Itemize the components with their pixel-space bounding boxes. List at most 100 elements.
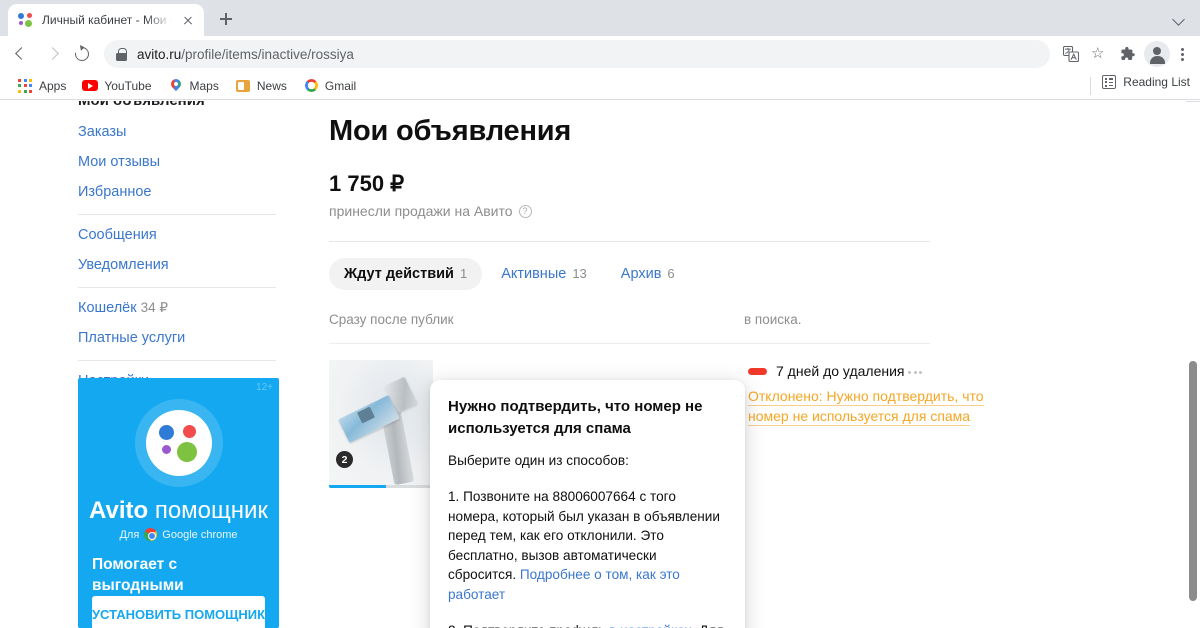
sales-caption-text: принесли продажи на Авито: [329, 203, 513, 219]
lock-icon: [116, 47, 127, 61]
page-viewport: Мои объявления Заказы Мои отзывы Избранн…: [0, 101, 1200, 628]
browser-tab-active[interactable]: Личный кабинет - Мои объявл: [8, 4, 204, 36]
listing-thumbnail[interactable]: 2: [329, 360, 433, 488]
banner-subtitle: Для Google chrome: [78, 528, 279, 541]
avito-assistant-logo: [134, 399, 223, 487]
reload-button[interactable]: [68, 40, 96, 68]
back-arrow-icon: [15, 47, 28, 60]
back-button[interactable]: [8, 40, 36, 68]
chevron-down-icon: [1172, 13, 1185, 26]
address-bar-url: avito.ru/profile/items/inactive/rossiya: [137, 47, 354, 62]
avito-profile-page: Мои объявления Заказы Мои отзывы Избранн…: [0, 101, 1188, 628]
tab-count: 6: [667, 266, 675, 281]
sidebar-item-paid-services[interactable]: Платные услуги: [78, 323, 278, 353]
popover-title: Нужно подтвердить, что номер не использу…: [448, 398, 703, 437]
more-options-icon[interactable]: [908, 366, 926, 378]
listing-status-block: 7 дней до удаления Отклонено: Нужно подт…: [748, 363, 998, 426]
sidebar-item-notifications[interactable]: Уведомления: [78, 250, 278, 280]
banner-brand-suffix: помощник: [154, 497, 268, 524]
gmail-icon: [303, 78, 319, 94]
sidebar-item-my-reviews[interactable]: Мои отзывы: [78, 147, 278, 177]
bookmark-maps[interactable]: Maps: [161, 75, 226, 97]
listing-status-tabs: Ждут действий 1 Активные 13 Архив 6: [329, 258, 929, 290]
listing-deletion-status: 7 дней до удаления: [748, 363, 998, 379]
banner-age-rating: 12+: [256, 382, 273, 393]
popover-settings-link[interactable]: в настройках: [609, 623, 691, 628]
apps-grid-icon: [17, 78, 33, 94]
translate-button[interactable]: [1058, 41, 1084, 67]
sales-total-caption: принесли продажи на Авито ?: [329, 203, 929, 219]
content-divider: [329, 241, 930, 242]
close-icon[interactable]: [180, 12, 196, 28]
banner-install-button[interactable]: УСТАНОВИТЬ ПОМОЩНИК: [92, 596, 265, 628]
profile-avatar-button[interactable]: [1144, 41, 1170, 67]
rejection-reason-popover: Нужно подтвердить, что номер не использу…: [430, 380, 745, 628]
reading-list-icon: [1102, 75, 1117, 89]
bookmark-label: Apps: [39, 78, 67, 93]
browser-toolbar: avito.ru/profile/items/inactive/rossiya …: [0, 36, 1200, 72]
browser-tab-title: Личный кабинет - Мои объявл: [42, 13, 172, 27]
tab-label: Архив: [620, 266, 662, 282]
bookmark-star-button[interactable]: ☆: [1086, 41, 1112, 67]
youtube-icon: [82, 78, 99, 94]
hint-head: Сразу после публик: [329, 312, 454, 327]
banner-subtitle-prefix: Для: [119, 528, 140, 541]
bookmark-gmail[interactable]: Gmail: [296, 75, 363, 97]
bookmark-label: Gmail: [324, 78, 357, 93]
content-divider: [329, 343, 930, 344]
tab-awaiting-action[interactable]: Ждут действий 1: [329, 258, 483, 290]
browser-tab-strip: Личный кабинет - Мои объявл: [0, 0, 1200, 36]
popover-step-2-prefix: 2. Подтвердите профиль: [448, 623, 609, 628]
sidebar-divider: [78, 360, 276, 361]
page-title: Мои объявления: [329, 115, 572, 147]
photo-progress-bar: [329, 485, 433, 488]
extensions-button[interactable]: [1114, 41, 1140, 67]
bookmark-label: YouTube: [104, 78, 152, 93]
hint-tail: в поиска.: [744, 312, 802, 327]
sidebar-item-wallet[interactable]: Кошелёк 34 ₽: [78, 293, 278, 323]
sidebar-heading: Мои объявления: [78, 101, 278, 111]
tab-active[interactable]: Активные 13: [486, 258, 602, 290]
url-domain: avito.ru: [137, 46, 182, 62]
forward-arrow-icon: [46, 47, 59, 60]
sidebar-item-favorites[interactable]: Избранное: [78, 177, 278, 207]
reading-list-button[interactable]: Reading List: [1090, 75, 1190, 95]
bookmarks-bar: Apps YouTube Maps News Gmail Reading Lis…: [0, 72, 1200, 100]
banner-title: Avito помощник: [78, 497, 279, 525]
banner-brand: Avito: [89, 497, 149, 524]
listing-rejection-reason[interactable]: Отклонено: Нужно подтвердить, что номер …: [748, 386, 998, 426]
status-label: 7 дней до удаления: [776, 363, 905, 379]
translate-icon: [1063, 46, 1079, 62]
puzzle-icon: [1121, 46, 1135, 60]
usb-adapter-photo: [329, 360, 433, 488]
page-scrollbar[interactable]: [1186, 101, 1200, 628]
star-icon: ☆: [1091, 45, 1105, 62]
url-path: /profile/items/inactive/rossiya: [181, 46, 354, 62]
avito-assistant-banner[interactable]: 12+ Avito помощник Для Google chrome Пом…: [78, 378, 279, 628]
bookmark-apps[interactable]: Apps: [10, 75, 73, 97]
sidebar-item-orders[interactable]: Заказы: [78, 117, 278, 147]
sidebar-divider: [78, 214, 276, 215]
bookmark-news[interactable]: News: [228, 75, 294, 97]
browser-window: Личный кабинет - Мои объявл avito.ru/pro…: [0, 0, 1200, 628]
tab-archive[interactable]: Архив 6: [606, 258, 690, 290]
address-bar[interactable]: avito.ru/profile/items/inactive/rossiya: [104, 40, 1050, 68]
bookmark-youtube[interactable]: YouTube: [75, 75, 158, 97]
forward-button[interactable]: [38, 40, 66, 68]
reading-list-label: Reading List: [1123, 75, 1190, 89]
browser-menu-button[interactable]: [1172, 41, 1192, 67]
rejection-reason-text: Отклонено: Нужно подтвердить, что номер …: [748, 388, 984, 426]
sidebar-item-messages[interactable]: Сообщения: [78, 220, 278, 250]
sidebar-item-label: Кошелёк: [78, 300, 137, 316]
question-mark-icon[interactable]: ?: [518, 204, 532, 218]
listing-hint-text: Сразу после публик в поиска.: [329, 312, 929, 330]
tab-label: Ждут действий: [344, 266, 454, 282]
tab-count: 1: [459, 266, 468, 281]
wallet-balance: 34 ₽: [140, 300, 168, 315]
map-pin-icon: [168, 76, 184, 94]
scrollbar-thumb[interactable]: [1189, 361, 1197, 601]
reload-icon: [72, 44, 92, 64]
news-icon: [235, 78, 251, 94]
new-tab-button[interactable]: [212, 5, 240, 33]
tab-list-chevron-button[interactable]: [1170, 10, 1190, 30]
